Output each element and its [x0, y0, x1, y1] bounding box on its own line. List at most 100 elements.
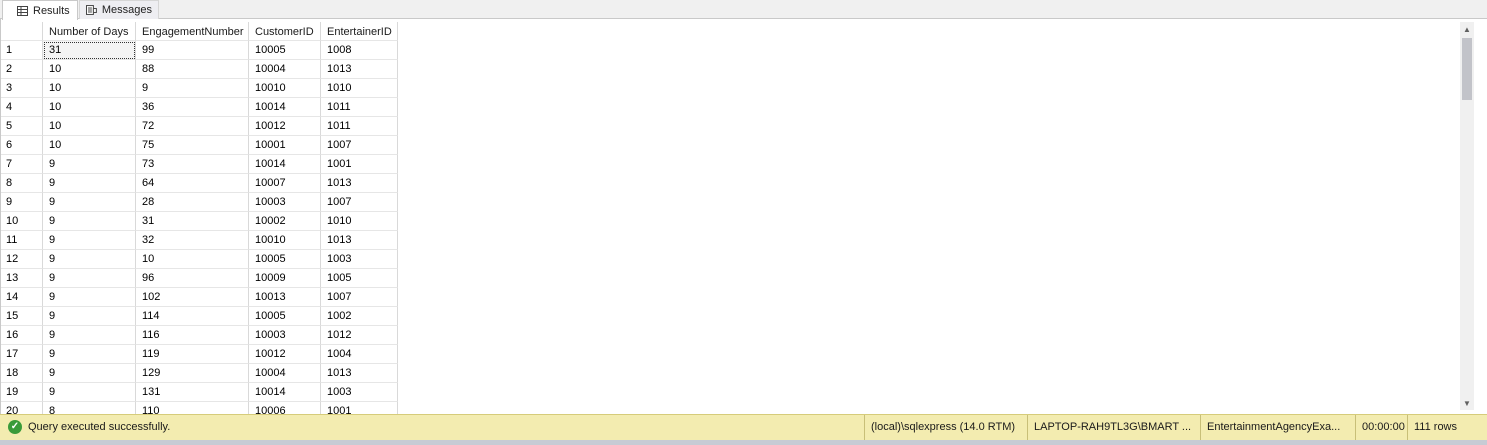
cell-engagement-number[interactable]: 73	[136, 155, 249, 174]
cell-customer-id[interactable]: 10014	[249, 383, 321, 402]
cell-customer-id[interactable]: 10003	[249, 193, 321, 212]
cell-number-of-days[interactable]: 9	[43, 345, 136, 364]
cell-entertainer-id[interactable]: 1005	[321, 269, 398, 288]
cell-engagement-number[interactable]: 102	[136, 288, 249, 307]
table-row[interactable]: 12 9 10 10005 1003	[1, 250, 398, 269]
row-number[interactable]: 19	[1, 383, 43, 402]
cell-number-of-days[interactable]: 31	[43, 41, 136, 60]
cell-number-of-days[interactable]: 10	[43, 60, 136, 79]
column-header-entertainer-id[interactable]: EntertainerID	[321, 22, 398, 41]
cell-engagement-number[interactable]: 129	[136, 364, 249, 383]
table-row[interactable]: 3 10 9 10010 1010	[1, 79, 398, 98]
row-number[interactable]: 1	[1, 41, 43, 60]
cell-customer-id[interactable]: 10010	[249, 79, 321, 98]
scrollbar-thumb[interactable]	[1462, 38, 1472, 100]
cell-number-of-days[interactable]: 10	[43, 117, 136, 136]
row-number[interactable]: 6	[1, 136, 43, 155]
cell-number-of-days[interactable]: 9	[43, 288, 136, 307]
cell-number-of-days[interactable]: 9	[43, 269, 136, 288]
cell-number-of-days[interactable]: 10	[43, 79, 136, 98]
row-number[interactable]: 14	[1, 288, 43, 307]
table-row[interactable]: 20 8 110 10006 1001	[1, 402, 398, 414]
cell-number-of-days[interactable]: 9	[43, 231, 136, 250]
cell-entertainer-id[interactable]: 1013	[321, 174, 398, 193]
table-row[interactable]: 5 10 72 10012 1011	[1, 117, 398, 136]
cell-entertainer-id[interactable]: 1013	[321, 60, 398, 79]
cell-customer-id[interactable]: 10014	[249, 98, 321, 117]
column-header-number-of-days[interactable]: Number of Days	[43, 22, 136, 41]
cell-entertainer-id[interactable]: 1004	[321, 345, 398, 364]
cell-engagement-number[interactable]: 99	[136, 41, 249, 60]
table-row[interactable]: 18 9 129 10004 1013	[1, 364, 398, 383]
cell-customer-id[interactable]: 10004	[249, 364, 321, 383]
table-row[interactable]: 6 10 75 10001 1007	[1, 136, 398, 155]
cell-engagement-number[interactable]: 10	[136, 250, 249, 269]
cell-number-of-days[interactable]: 9	[43, 155, 136, 174]
cell-engagement-number[interactable]: 36	[136, 98, 249, 117]
cell-entertainer-id[interactable]: 1001	[321, 155, 398, 174]
cell-customer-id[interactable]: 10005	[249, 307, 321, 326]
cell-entertainer-id[interactable]: 1011	[321, 98, 398, 117]
cell-customer-id[interactable]: 10004	[249, 60, 321, 79]
cell-entertainer-id[interactable]: 1010	[321, 79, 398, 98]
table-row[interactable]: 8 9 64 10007 1013	[1, 174, 398, 193]
cell-entertainer-id[interactable]: 1013	[321, 231, 398, 250]
cell-entertainer-id[interactable]: 1010	[321, 212, 398, 231]
cell-number-of-days[interactable]: 8	[43, 402, 136, 414]
cell-customer-id[interactable]: 10005	[249, 41, 321, 60]
cell-entertainer-id[interactable]: 1007	[321, 136, 398, 155]
cell-engagement-number[interactable]: 131	[136, 383, 249, 402]
cell-customer-id[interactable]: 10013	[249, 288, 321, 307]
cell-number-of-days[interactable]: 10	[43, 98, 136, 117]
cell-customer-id[interactable]: 10001	[249, 136, 321, 155]
table-row[interactable]: 10 9 31 10002 1010	[1, 212, 398, 231]
row-number[interactable]: 20	[1, 402, 43, 414]
cell-customer-id[interactable]: 10014	[249, 155, 321, 174]
cell-number-of-days[interactable]: 9	[43, 326, 136, 345]
cell-customer-id[interactable]: 10007	[249, 174, 321, 193]
cell-engagement-number[interactable]: 119	[136, 345, 249, 364]
row-number[interactable]: 11	[1, 231, 43, 250]
cell-entertainer-id[interactable]: 1007	[321, 288, 398, 307]
cell-number-of-days[interactable]: 9	[43, 307, 136, 326]
cell-entertainer-id[interactable]: 1011	[321, 117, 398, 136]
table-row[interactable]: 11 9 32 10010 1013	[1, 231, 398, 250]
cell-customer-id[interactable]: 10010	[249, 231, 321, 250]
row-number[interactable]: 9	[1, 193, 43, 212]
row-number[interactable]: 13	[1, 269, 43, 288]
table-row[interactable]: 16 9 116 10003 1012	[1, 326, 398, 345]
row-number[interactable]: 5	[1, 117, 43, 136]
row-number[interactable]: 10	[1, 212, 43, 231]
table-row[interactable]: 19 9 131 10014 1003	[1, 383, 398, 402]
cell-entertainer-id[interactable]: 1003	[321, 383, 398, 402]
cell-engagement-number[interactable]: 116	[136, 326, 249, 345]
cell-number-of-days[interactable]: 9	[43, 212, 136, 231]
cell-customer-id[interactable]: 10003	[249, 326, 321, 345]
cell-number-of-days[interactable]: 9	[43, 174, 136, 193]
cell-engagement-number[interactable]: 72	[136, 117, 249, 136]
table-row[interactable]: 4 10 36 10014 1011	[1, 98, 398, 117]
cell-engagement-number[interactable]: 9	[136, 79, 249, 98]
cell-entertainer-id[interactable]: 1007	[321, 193, 398, 212]
results-grid[interactable]: Number of Days EngagementNumber Customer…	[0, 19, 1477, 414]
row-number[interactable]: 18	[1, 364, 43, 383]
cell-number-of-days[interactable]: 9	[43, 250, 136, 269]
table-row[interactable]: 7 9 73 10014 1001	[1, 155, 398, 174]
cell-customer-id[interactable]: 10006	[249, 402, 321, 414]
cell-engagement-number[interactable]: 31	[136, 212, 249, 231]
cell-engagement-number[interactable]: 64	[136, 174, 249, 193]
cell-entertainer-id[interactable]: 1001	[321, 402, 398, 414]
table-row[interactable]: 17 9 119 10012 1004	[1, 345, 398, 364]
cell-number-of-days[interactable]: 10	[43, 136, 136, 155]
row-number[interactable]: 2	[1, 60, 43, 79]
cell-engagement-number[interactable]: 75	[136, 136, 249, 155]
cell-entertainer-id[interactable]: 1012	[321, 326, 398, 345]
row-number[interactable]: 8	[1, 174, 43, 193]
scroll-down-icon[interactable]: ▼	[1460, 396, 1474, 410]
cell-engagement-number[interactable]: 88	[136, 60, 249, 79]
tab-messages[interactable]: Messages	[79, 0, 159, 19]
column-header-engagement-number[interactable]: EngagementNumber	[136, 22, 249, 41]
row-number[interactable]: 16	[1, 326, 43, 345]
cell-customer-id[interactable]: 10012	[249, 117, 321, 136]
cell-customer-id[interactable]: 10005	[249, 250, 321, 269]
